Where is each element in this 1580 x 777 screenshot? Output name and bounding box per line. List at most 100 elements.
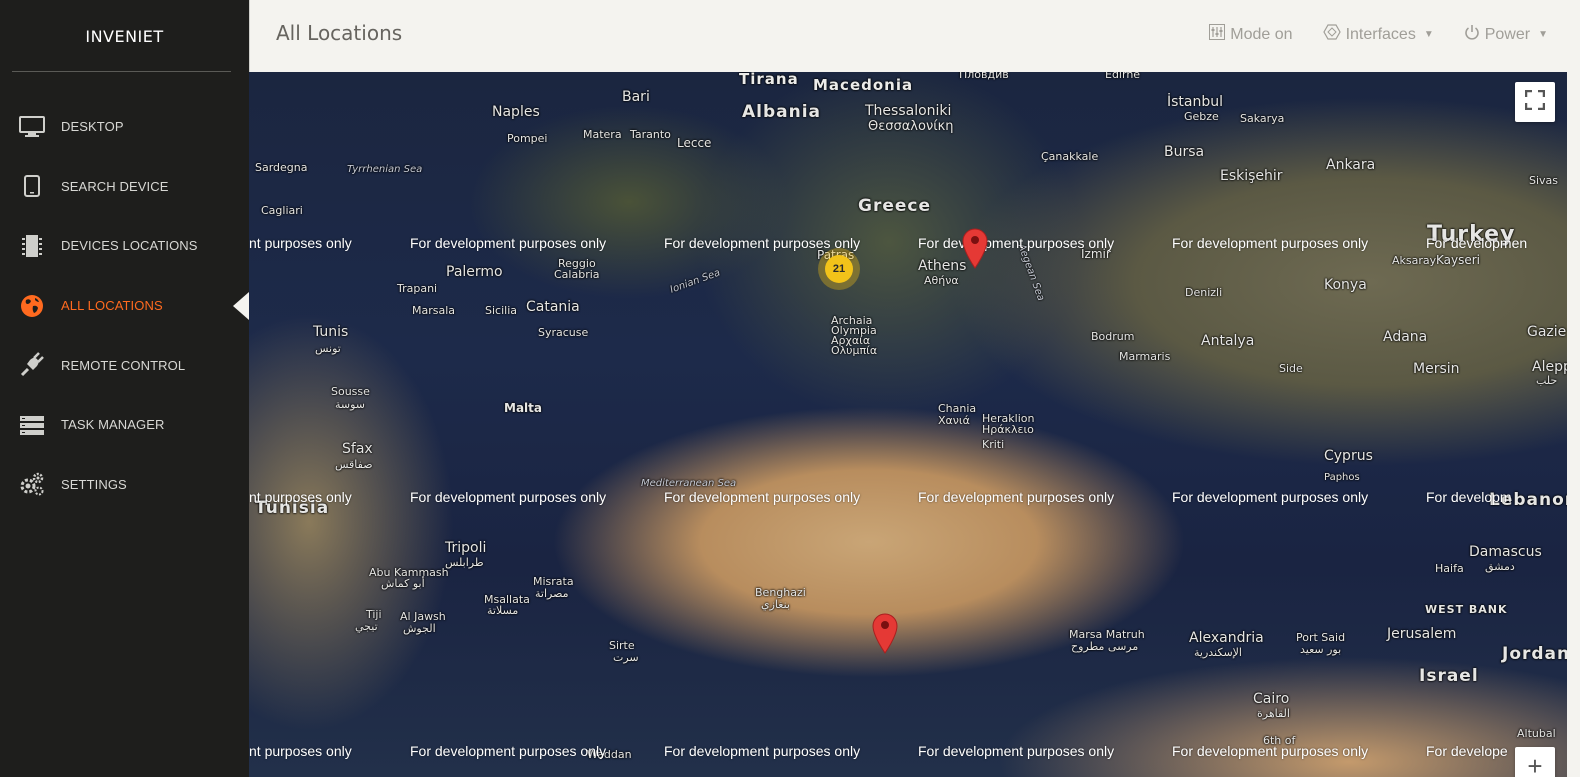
map-label: Pompei: [507, 132, 548, 145]
map-label: Sivas: [1529, 174, 1559, 187]
sliders-icon: [1209, 24, 1226, 45]
map-label: Haifa: [1435, 562, 1464, 575]
map-label: Marsala: [412, 304, 456, 317]
map-view[interactable]: Tirana Macedonia Пловдив Edirne Naples B…: [249, 72, 1567, 777]
map-label: سرت: [613, 651, 639, 664]
sidebar-item-label: SETTINGS: [61, 476, 127, 492]
chip-icon: [18, 232, 46, 260]
map-label: تيجي: [355, 620, 378, 633]
caret-down-icon: ▼: [1423, 29, 1434, 40]
map-label: Macedonia: [813, 76, 914, 94]
sidebar-item-task-manager[interactable]: TASK MANAGER: [0, 395, 249, 455]
gears-icon: [18, 470, 46, 498]
brand-logo[interactable]: INVENIET: [0, 0, 249, 72]
dev-watermark: For development purposes only: [1172, 235, 1369, 251]
map-label: Kriti: [982, 438, 1005, 451]
map-label: Israel: [1419, 666, 1479, 686]
dev-watermark: For developm: [1426, 489, 1512, 505]
map-label: الجوش: [403, 622, 436, 635]
map-label: Matera: [583, 128, 622, 141]
map-label: Damascus: [1469, 544, 1542, 560]
dev-watermark: For development purposes only: [410, 489, 607, 505]
map-label: أبو كماش: [381, 577, 425, 590]
map-label: Sousse: [331, 385, 370, 398]
power-dropdown[interactable]: Power ▼: [1464, 24, 1548, 45]
map-pin-icon[interactable]: [871, 612, 899, 654]
dev-watermark: nt purposes only: [249, 235, 352, 251]
map-label: Catania: [526, 299, 580, 315]
map-label: مسلاتة: [487, 604, 519, 617]
map-label: الإسكندرية: [1194, 646, 1242, 659]
dev-watermark: For development purposes only: [918, 743, 1115, 759]
map-label: مرسى مطروح: [1071, 640, 1139, 653]
sidebar-item-devices-locations[interactable]: DEVICES LOCATIONS: [0, 216, 249, 276]
dev-watermark: For development purposes only: [410, 743, 607, 759]
map-label: صفاقس: [335, 458, 373, 471]
sidebar-item-label: SEARCH DEVICE: [61, 178, 169, 194]
sidebar-item-desktop[interactable]: DESKTOP: [0, 97, 249, 157]
map-label: دمشق: [1485, 560, 1515, 573]
map-label: Malta: [504, 401, 542, 415]
map-label: Tyrrhenian Sea: [347, 164, 423, 175]
dev-watermark: nt purposes only: [249, 743, 352, 759]
map-label: بنغازي: [761, 598, 790, 611]
mode-on-button[interactable]: Mode on: [1209, 24, 1293, 45]
plug-icon: [18, 351, 46, 379]
map-label: سوسة: [335, 398, 366, 411]
dev-watermark: For development purposes only: [918, 489, 1115, 505]
mode-on-label: Mode on: [1230, 25, 1293, 43]
top-bar: All Locations Mode on Interfaces ▼ Power…: [249, 0, 1580, 72]
map-label: Χανιά: [938, 414, 970, 427]
globe-icon: [18, 292, 46, 320]
map-label: Jerusalem: [1387, 626, 1457, 642]
map-label: Cyprus: [1324, 448, 1373, 464]
tablet-icon: [18, 172, 46, 200]
map-label: Tirana: [739, 72, 799, 88]
map-label: Aksaray: [1392, 254, 1437, 267]
dev-watermark: For development purposes only: [410, 235, 607, 251]
map-label: Denizli: [1185, 286, 1223, 299]
active-indicator: [233, 291, 249, 320]
power-label: Power: [1484, 25, 1531, 43]
map-label: Cagliari: [261, 204, 303, 217]
sidebar-item-label: DESKTOP: [61, 119, 124, 135]
sidebar-nav: DESKTOP SEARCH DEVICE DEVICES LOCATIONS …: [0, 97, 249, 514]
dev-watermark: For development purposes only: [664, 743, 861, 759]
marker-cluster[interactable]: 21: [818, 248, 860, 290]
sidebar-item-settings[interactable]: SETTINGS: [0, 455, 249, 515]
map-label: Aegean Sea: [1015, 242, 1047, 303]
map-label: القاهرة: [1257, 707, 1290, 720]
dev-watermark: For development purposes only: [664, 489, 861, 505]
dev-watermark: For develope: [1426, 743, 1508, 759]
dev-watermark: For development purposes only: [1172, 489, 1369, 505]
sidebar-item-remote-control[interactable]: REMOTE CONTROL: [0, 335, 249, 395]
sidebar-item-label: REMOTE CONTROL: [61, 357, 186, 373]
brand-divider: [12, 71, 231, 72]
map-label: Sakarya: [1240, 112, 1285, 125]
sidebar-item-label: DEVICES LOCATIONS: [61, 238, 198, 254]
map-label: حلب: [1536, 374, 1558, 387]
map-label: Altubal: [1517, 727, 1556, 740]
map-label: Alexandria: [1189, 630, 1264, 646]
map-label: Paphos: [1324, 472, 1360, 483]
fullscreen-button[interactable]: [1515, 82, 1555, 122]
cluster-count: 21: [825, 255, 853, 283]
map-label: Bari: [622, 89, 650, 105]
dev-watermark: nt purposes only: [249, 489, 352, 505]
power-icon: [1464, 24, 1480, 45]
sidebar-item-label: TASK MANAGER: [61, 417, 165, 433]
sidebar-item-search-device[interactable]: SEARCH DEVICE: [0, 157, 249, 217]
map-label: Syracuse: [538, 326, 589, 339]
map-label: Taranto: [630, 128, 671, 141]
map-label: Eskişehir: [1220, 168, 1283, 184]
map-label: Calabria: [554, 268, 600, 281]
map-pin-icon[interactable]: [961, 227, 989, 269]
map-label: Sardegna: [255, 161, 308, 174]
map-label: Jordan: [1502, 644, 1567, 664]
zoom-in-button[interactable]: +: [1515, 747, 1555, 777]
interfaces-dropdown[interactable]: Interfaces ▼: [1322, 24, 1434, 45]
expand-icon: [1524, 89, 1546, 115]
sidebar-item-all-locations[interactable]: ALL LOCATIONS: [0, 276, 249, 336]
map-label: Aleppo: [1532, 359, 1567, 375]
map-label: Çanakkale: [1041, 150, 1099, 163]
